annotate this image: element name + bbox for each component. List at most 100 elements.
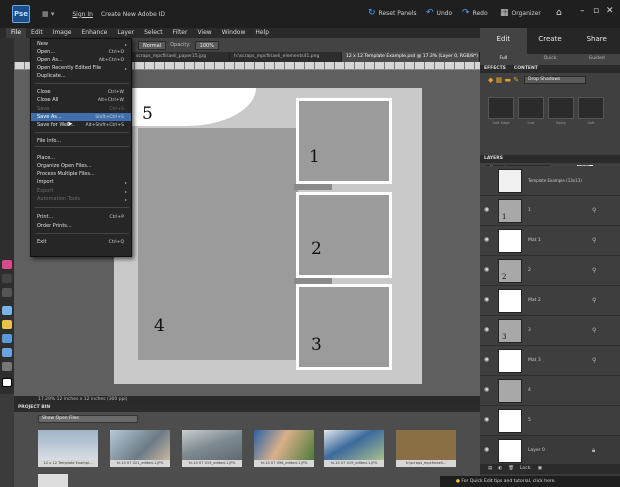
- corner-photo-5[interactable]: [114, 88, 256, 126]
- file-menu-item[interactable]: File Info...: [31, 137, 131, 145]
- file-menu-item[interactable]: Import ▸: [31, 178, 131, 186]
- menu-view[interactable]: View: [192, 28, 216, 38]
- effects-dropdown[interactable]: Drop Shadows: [524, 76, 586, 84]
- layer-row[interactable]: ◉ 1 1 ⚲: [480, 196, 620, 226]
- effects-category-icons[interactable]: ◆ ▦ ▬ ✎: [488, 76, 519, 84]
- sign-in-link[interactable]: Sign In: [72, 11, 93, 18]
- eraser-tool-icon[interactable]: [2, 288, 12, 297]
- photo-placeholder-3[interactable]: 3: [296, 284, 392, 370]
- file-menu-item[interactable]: Order Prints...: [31, 222, 131, 230]
- color-swatch-icon[interactable]: [2, 378, 12, 387]
- opacity-field[interactable]: 100%: [194, 40, 219, 50]
- effect-swatch[interactable]: [548, 97, 574, 119]
- file-menu-item[interactable]: Export ▸: [31, 187, 131, 195]
- brush-tool-icon[interactable]: [2, 260, 12, 269]
- lock-icon[interactable]: ▣: [538, 466, 542, 472]
- create-adobe-id-link[interactable]: Create New Adobe ID: [101, 11, 165, 18]
- paint-bucket-icon[interactable]: [2, 306, 12, 315]
- file-menu-item[interactable]: Save Ctrl+S: [31, 105, 131, 113]
- delete-layer-icon[interactable]: 🗑︎: [508, 466, 514, 472]
- visibility-eye-icon[interactable]: ◉: [484, 417, 491, 423]
- show-files-select[interactable]: Show Open Files: [38, 415, 138, 423]
- adjustment-layer-icon[interactable]: ◐: [498, 466, 502, 472]
- bin-thumbnail[interactable]: [324, 430, 384, 460]
- visibility-eye-icon[interactable]: ◉: [484, 267, 491, 273]
- photo-placeholder-2[interactable]: 2: [296, 192, 392, 278]
- tab-content[interactable]: CONTENT: [514, 66, 538, 72]
- pencil-tool-icon[interactable]: [2, 274, 12, 283]
- file-menu-item[interactable]: Print... Ctrl+P: [31, 213, 131, 221]
- file-menu-item[interactable]: Open Recently Edited File ▸: [31, 64, 131, 72]
- undo-button[interactable]: ↶ Undo: [426, 8, 452, 18]
- menu-window[interactable]: Window: [217, 28, 251, 38]
- file-menu-item[interactable]: Place...: [31, 154, 131, 162]
- file-menu-item[interactable]: Automation Tools ▸: [31, 195, 131, 203]
- visibility-eye-icon[interactable]: ◉: [484, 297, 491, 303]
- doc-tab-elements[interactable]: h:\scraps_mpcfiriaeli_elements41.png: [230, 52, 342, 62]
- tab-create[interactable]: Create: [527, 28, 574, 54]
- new-layer-icon[interactable]: ▤: [488, 466, 492, 472]
- layer-row[interactable]: ◉ 3 3 ⚲: [480, 316, 620, 346]
- visibility-eye-icon[interactable]: ◉: [484, 387, 491, 393]
- menu-edit[interactable]: Edit: [26, 28, 48, 38]
- effect-swatch[interactable]: [488, 97, 514, 119]
- tab-effects[interactable]: EFFECTS: [484, 66, 506, 72]
- file-menu-item[interactable]: Duplicate...: [31, 72, 131, 80]
- redo-button[interactable]: ↷ Redo: [462, 8, 488, 18]
- visibility-eye-icon[interactable]: ◉: [484, 327, 491, 333]
- file-menu-item[interactable]: New ▸: [31, 40, 131, 48]
- layer-row[interactable]: ◉ 5: [480, 406, 620, 436]
- visibility-eye-icon[interactable]: ◉: [484, 357, 491, 363]
- reset-panels-button[interactable]: ↻ Reset Panels: [368, 8, 417, 18]
- workspace-menu-button[interactable]: ▦ ▾: [42, 10, 54, 18]
- effect-swatch[interactable]: [518, 97, 544, 119]
- menu-enhance[interactable]: Enhance: [76, 28, 112, 38]
- maximize-button[interactable]: ▫: [593, 6, 599, 16]
- tab-edit[interactable]: Edit: [480, 28, 527, 54]
- mode-select[interactable]: Normal: [138, 40, 167, 50]
- file-menu-item[interactable]: Close All Alt+Ctrl+W: [31, 96, 131, 104]
- menu-image[interactable]: Image: [48, 28, 77, 38]
- bin-thumbnail[interactable]: [396, 430, 456, 460]
- file-menu-item[interactable]: Open... Ctrl+O: [31, 48, 131, 56]
- visibility-eye-icon[interactable]: ◉: [484, 207, 491, 213]
- file-menu-item[interactable]: Exit Ctrl+Q: [31, 238, 131, 246]
- bin-thumbnail[interactable]: [38, 474, 68, 487]
- effect-swatch[interactable]: [578, 97, 604, 119]
- menu-select[interactable]: Select: [139, 28, 168, 38]
- file-menu-item[interactable]: Close Ctrl+W: [31, 88, 131, 96]
- visibility-eye-icon[interactable]: ◉: [484, 237, 491, 243]
- close-button[interactable]: ✕: [606, 6, 614, 16]
- quick-tip-bar[interactable]: ● For Quick Edit tips and tutorial, clic…: [440, 476, 620, 487]
- file-menu-item[interactable]: Process Multiple Files...: [31, 170, 131, 178]
- layer-row[interactable]: ◉ Mat 2 ⚲: [480, 286, 620, 316]
- layer-row[interactable]: ◉ 4: [480, 376, 620, 406]
- visibility-eye-icon[interactable]: ◉: [484, 447, 491, 453]
- tab-full[interactable]: Full: [480, 54, 527, 65]
- doc-tab-template[interactable]: 12 x 12 Template Example.psd @ 17.3% (La…: [342, 52, 480, 62]
- file-menu-item[interactable]: Organize Open Files...: [31, 162, 131, 170]
- scrapbook-page[interactable]: 5 4 1 2 3: [114, 88, 422, 384]
- gradient-tool-icon[interactable]: [2, 320, 12, 329]
- bin-thumbnail[interactable]: [38, 430, 98, 460]
- layer-row[interactable]: ◉ Mat 1 ⚲: [480, 226, 620, 256]
- organizer-button[interactable]: ▦ Organizer: [500, 8, 541, 18]
- file-menu-item[interactable]: Save As... Shift+Ctrl+S: [31, 113, 131, 121]
- bin-thumbnail[interactable]: [182, 430, 242, 460]
- bin-thumbnail[interactable]: [254, 430, 314, 460]
- blur-tool-icon[interactable]: [2, 348, 12, 357]
- menu-file[interactable]: File: [6, 28, 27, 38]
- tab-share[interactable]: Share: [573, 28, 620, 54]
- sponge-tool-icon[interactable]: [2, 362, 12, 371]
- tab-quick[interactable]: Quick: [527, 54, 574, 65]
- file-menu-item[interactable]: Open As... Alt+Ctrl+O: [31, 56, 131, 64]
- layer-row[interactable]: ◉ Mat 3 ⚲: [480, 346, 620, 376]
- shape-tool-icon[interactable]: [2, 334, 12, 343]
- bin-thumbnail[interactable]: [110, 430, 170, 460]
- home-button[interactable]: ⌂: [556, 8, 562, 18]
- minimize-button[interactable]: –: [580, 6, 585, 16]
- doc-tab-paper[interactable]: scraps_mpcfiriaeli_paper15.jpg: [132, 52, 230, 62]
- menu-help[interactable]: Help: [250, 28, 274, 38]
- tab-guided[interactable]: Guided: [573, 54, 620, 65]
- menu-filter[interactable]: Filter: [168, 28, 193, 38]
